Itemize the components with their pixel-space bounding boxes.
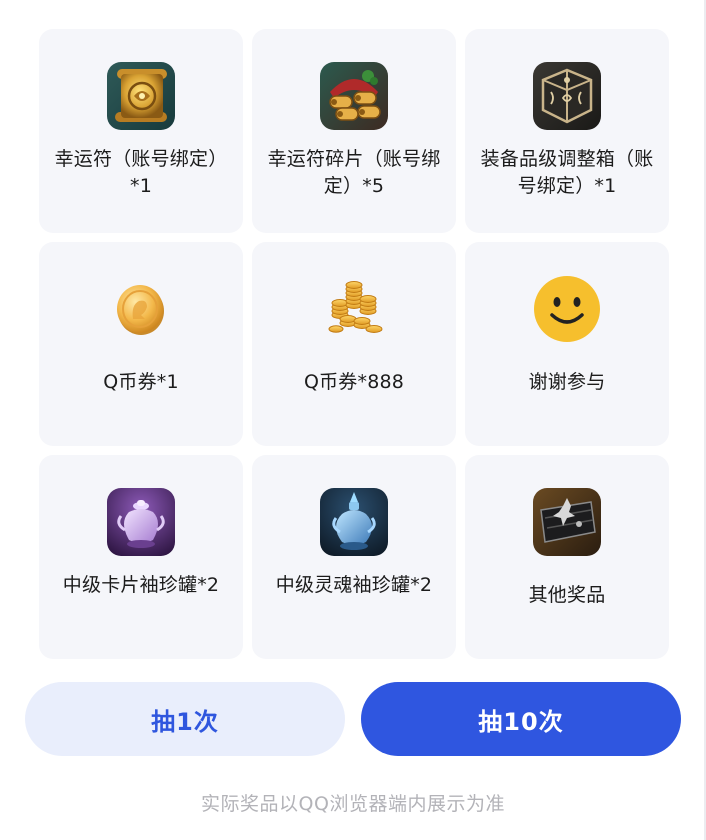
prize-card-q-coin-1[interactable]: Q币券*1 [39, 242, 243, 446]
prize-label: 幸运符碎片（账号绑定）*5 [267, 148, 441, 197]
prize-card-soul-jar[interactable]: 中级灵魂袖珍罐*2 [252, 455, 456, 659]
prize-grid: 幸运符（账号绑定）*1 幸运符碎片（账号绑定）*5 装备品级调整箱（账号绑定）*… [39, 29, 669, 659]
prize-label: 其他奖品 [528, 584, 606, 606]
prize-card-other[interactable]: 其他奖品 [465, 455, 669, 659]
prize-card-equipment-grade-box[interactable]: 装备品级调整箱（账号绑定）*1 [465, 29, 669, 233]
disclaimer-text: 实际奖品以QQ浏览器端内展示为准 [201, 793, 505, 815]
prize-card-thanks[interactable]: 谢谢参与 [465, 242, 669, 446]
prize-card-card-jar[interactable]: 中级卡片袖珍罐*2 [39, 455, 243, 659]
purple-card-jar-icon [107, 488, 175, 556]
draw-ten-button[interactable]: 抽10次 [361, 682, 681, 756]
prize-label: 装备品级调整箱（账号绑定）*1 [480, 148, 654, 197]
prize-label: Q币券*1 [103, 371, 179, 393]
smiley-face-icon [533, 275, 601, 343]
prize-label: 中级灵魂袖珍罐*2 [275, 574, 433, 596]
prize-label: 幸运符（账号绑定）*1 [54, 148, 228, 197]
prize-card-lucky-charm-fragments[interactable]: 幸运符碎片（账号绑定）*5 [252, 29, 456, 233]
prize-label: 中级卡片袖珍罐*2 [62, 574, 220, 596]
prize-card-q-coin-888[interactable]: Q币券*888 [252, 242, 456, 446]
prize-card-lucky-charm[interactable]: 幸运符（账号绑定）*1 [39, 29, 243, 233]
gold-coin-stack-icon [320, 275, 388, 343]
draw-once-button[interactable]: 抽1次 [25, 682, 345, 756]
blue-soul-jar-icon [320, 488, 388, 556]
lucky-charm-fragment-scrolls-icon [320, 62, 388, 130]
gold-coin-icon [107, 275, 175, 343]
other-prize-chest-icon [533, 488, 601, 556]
lucky-charm-scroll-icon [107, 62, 175, 130]
prize-label: Q币券*888 [303, 371, 405, 393]
equipment-grade-box-icon [533, 62, 601, 130]
prize-label: 谢谢参与 [528, 371, 606, 393]
